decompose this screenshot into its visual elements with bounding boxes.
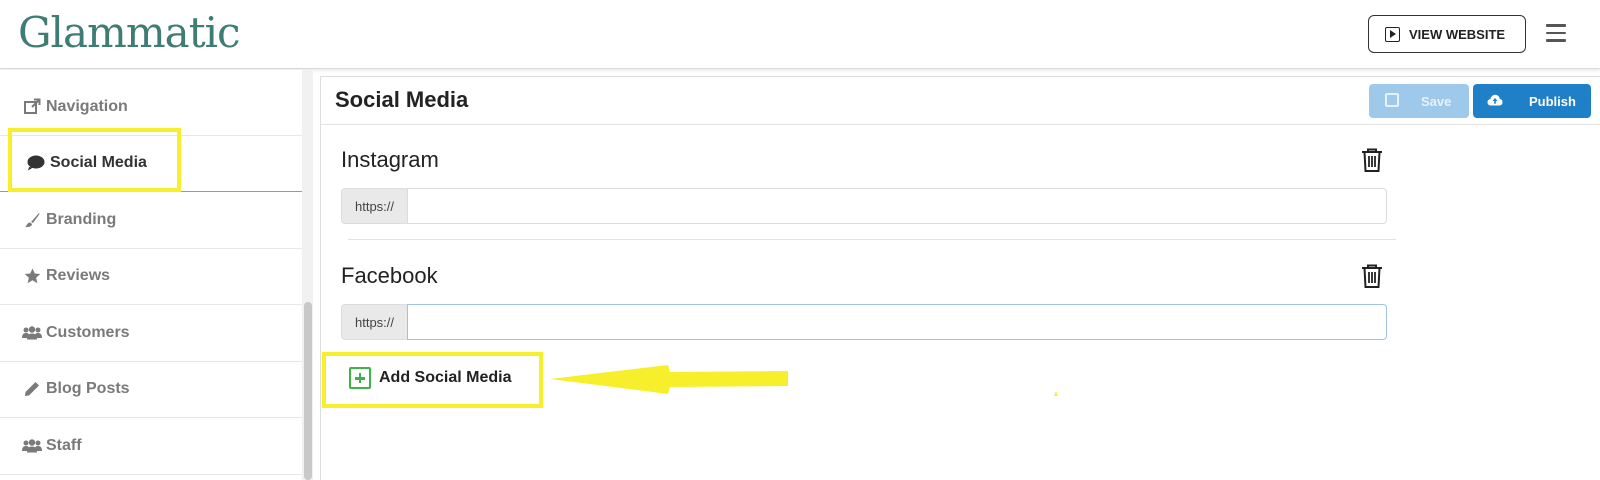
facebook-url-group: https:// xyxy=(341,304,1387,340)
instagram-url-group: https:// xyxy=(341,188,1387,224)
paintbrush-icon xyxy=(22,211,42,229)
trash-icon[interactable] xyxy=(1360,263,1384,288)
sidebar-item-customers[interactable]: Customers xyxy=(0,305,302,362)
sidebar-item-staff[interactable]: Staff xyxy=(0,418,302,475)
annotation-dot xyxy=(1054,391,1058,396)
highlight-box xyxy=(8,128,181,192)
save-label: Save xyxy=(1421,93,1452,109)
sidebar-item-branding[interactable]: Branding xyxy=(0,192,302,249)
top-header: Glammatic VIEW WEBSITE xyxy=(0,0,1600,69)
publish-button[interactable]: Publish xyxy=(1473,84,1591,118)
sidebar-item-label: Reviews xyxy=(46,267,111,285)
social-media-name: Facebook xyxy=(341,263,438,288)
instagram-url-input[interactable] xyxy=(407,188,1387,224)
sidebar-item-label: Customers xyxy=(46,323,130,341)
panel-header: Social Media Save Publish xyxy=(321,77,1600,125)
social-media-name: Instagram xyxy=(341,147,439,172)
star-icon xyxy=(22,267,42,285)
social-media-panel: Social Media Save Publish Instagram http… xyxy=(320,76,1600,480)
floppy-disk-icon xyxy=(1385,93,1399,107)
sidebar-item-reviews[interactable]: Reviews xyxy=(0,249,302,305)
sidebar-item-label: Blog Posts xyxy=(46,380,130,398)
trash-icon[interactable] xyxy=(1360,147,1384,172)
pencil-icon xyxy=(22,380,42,398)
menu-icon[interactable] xyxy=(1546,24,1566,42)
users-icon xyxy=(22,437,42,455)
annotation-arrow xyxy=(550,365,788,394)
users-icon xyxy=(22,324,42,342)
sidebar-item-label: Branding xyxy=(46,210,117,228)
divider xyxy=(348,239,1396,240)
view-website-button[interactable]: VIEW WEBSITE xyxy=(1368,15,1526,53)
url-prefix: https:// xyxy=(341,304,407,340)
publish-label: Publish xyxy=(1529,93,1576,109)
sidebar-item-label: Staff xyxy=(46,436,82,454)
logo[interactable]: Glammatic xyxy=(18,8,241,57)
sidebar-item-blog-posts[interactable]: Blog Posts xyxy=(0,362,302,418)
sidebar-item-label: Navigation xyxy=(46,97,128,115)
play-icon xyxy=(1385,26,1400,42)
cloud-upload-icon xyxy=(1487,93,1503,109)
url-prefix: https:// xyxy=(341,188,407,224)
sidebar-scrollbar-thumb[interactable] xyxy=(304,302,312,480)
page-title: Social Media xyxy=(335,87,469,112)
facebook-url-input[interactable] xyxy=(407,304,1387,340)
save-button[interactable]: Save xyxy=(1369,84,1469,118)
external-link-icon xyxy=(22,98,42,116)
view-website-label: VIEW WEBSITE xyxy=(1409,26,1506,42)
highlight-box xyxy=(322,352,543,408)
